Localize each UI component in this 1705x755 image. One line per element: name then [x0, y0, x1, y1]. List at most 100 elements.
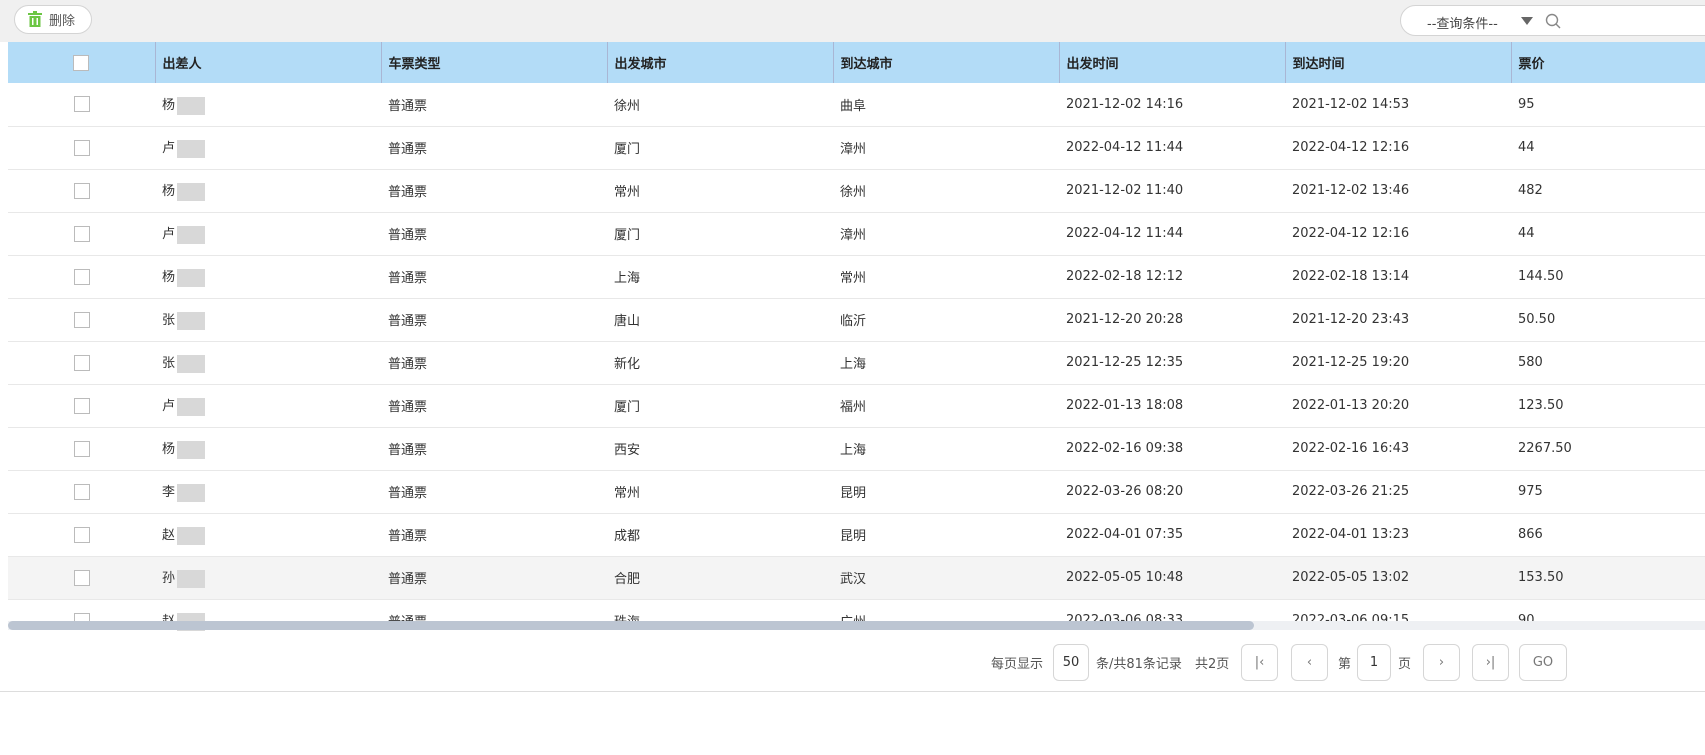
cell-departure-city: 上海 [607, 255, 833, 299]
cell-text: 张 [162, 313, 176, 329]
per-page-input[interactable]: 50 [1053, 644, 1089, 681]
cell-text: 2021-12-20 23:43 [1292, 312, 1410, 327]
row-checkbox[interactable] [73, 182, 90, 199]
table-row[interactable]: 赵 普通票 成都 昆明 2022-04-01 07:35 2022-04-01 13:23… [8, 513, 1705, 557]
trash-icon [28, 11, 42, 27]
table-row[interactable]: 卢 普通票 厦门 福州 2022-01-13 18:08 2022-01-13 20:20… [8, 384, 1705, 428]
horizontal-scrollbar[interactable] [8, 621, 1705, 630]
next-page-button[interactable]: › [1423, 644, 1460, 681]
cell-text: 临沂 [840, 314, 867, 329]
cell-text: 曲阜 [840, 98, 867, 114]
cell-arrival-time: 2022-04-12 12:16 [1285, 126, 1511, 170]
header-traveler[interactable]: 出差人 [154, 42, 381, 83]
row-checkbox[interactable] [73, 483, 90, 500]
table-row[interactable]: 张 普通票 唐山 临沂 2021-12-20 20:28 2021-12-20 23:43… [8, 298, 1705, 342]
row-checkbox[interactable] [73, 440, 90, 457]
dropdown-arrow-icon[interactable] [1521, 17, 1533, 25]
cell-ticket-type: 普通票 [381, 341, 607, 385]
cell-text: 2022-04-01 07:35 [1066, 527, 1184, 542]
query-placeholder: --查询条件-- [1427, 17, 1498, 32]
cell-text: 普通票 [388, 357, 428, 372]
header-departure-time[interactable]: 出发时间 [1058, 42, 1285, 83]
table-row[interactable]: 张 普通票 新化 上海 2021-12-25 12:35 2021-12-25 19:20… [8, 341, 1705, 385]
redacted-name [177, 139, 206, 158]
cell-price: 153.50 [1511, 556, 1705, 600]
header-ticket-type[interactable]: 车票类型 [380, 42, 607, 83]
table-row[interactable]: 孙 普通票 合肥 武汉 2022-05-05 10:48 2022-05-05 13:02… [8, 556, 1705, 600]
cell-arrival-time: 2022-05-05 13:02 [1285, 556, 1511, 600]
redacted-name [177, 225, 206, 244]
row-select-cell [8, 255, 155, 299]
cell-ticket-type: 普通票 [381, 169, 607, 213]
header-departure-city[interactable]: 出发城市 [606, 42, 833, 83]
table-row[interactable]: 杨 普通票 常州 徐州 2021-12-02 11:40 2021-12-02 13:46… [8, 169, 1705, 213]
cell-ticket-type: 普通票 [381, 126, 607, 170]
cell-traveler: 卢 [155, 212, 381, 256]
cell-text: 2022-04-12 11:44 [1066, 226, 1184, 241]
cell-ticket-type: 普通票 [381, 298, 607, 342]
row-checkbox[interactable] [73, 139, 90, 156]
row-checkbox[interactable] [73, 311, 90, 328]
scrollbar-thumb[interactable] [8, 621, 1254, 630]
cell-text: 2022-04-01 13:23 [1292, 527, 1410, 542]
cell-arrival-time: 2021-12-25 19:20 [1285, 341, 1511, 385]
page-input[interactable]: 1 [1357, 644, 1391, 681]
row-checkbox[interactable] [73, 354, 90, 371]
cell-text: 新化 [614, 357, 641, 372]
cell-departure-time: 2022-02-16 09:38 [1059, 427, 1285, 471]
go-button[interactable]: GO [1519, 644, 1567, 681]
cell-text: 昆明 [840, 529, 867, 544]
last-page-button[interactable]: ›| [1472, 644, 1509, 681]
table-row[interactable]: 杨 普通票 徐州 曲阜 2021-12-02 14:16 2021-12-02 14:53… [8, 83, 1705, 127]
query-condition-select[interactable]: --查询条件-- [1400, 5, 1705, 36]
cell-text: 482 [1518, 183, 1543, 198]
row-checkbox[interactable] [73, 268, 90, 285]
cell-text: 975 [1518, 484, 1543, 499]
cell-text: 福州 [840, 400, 867, 415]
prev-page-button[interactable]: ‹ [1291, 644, 1328, 681]
table-row[interactable]: 李 普通票 常州 昆明 2022-03-26 08:20 2022-03-26 21:25… [8, 470, 1705, 514]
row-checkbox[interactable] [73, 526, 90, 543]
cell-arrival-city: 临沂 [833, 298, 1059, 342]
table-row[interactable]: 卢 普通票 厦门 漳州 2022-04-12 11:44 2022-04-12 12:16… [8, 126, 1705, 170]
first-page-button[interactable]: |‹ [1241, 644, 1278, 681]
cell-text: 杨 [162, 98, 176, 113]
table-row[interactable]: 卢 普通票 厦门 漳州 2022-04-12 11:44 2022-04-12 12:16… [8, 212, 1705, 256]
cell-departure-city: 常州 [607, 169, 833, 213]
search-icon[interactable] [1545, 13, 1561, 29]
row-checkbox[interactable] [73, 569, 90, 586]
page-prefix: 第 [1338, 657, 1352, 672]
header-arrival-time[interactable]: 到达时间 [1284, 42, 1511, 83]
cell-text: 成都 [614, 529, 641, 544]
toolbar: 删除 --查询条件-- [0, 0, 1705, 42]
cell-text: 2022-02-18 12:12 [1066, 269, 1184, 284]
chevron-right-icon: › [1438, 655, 1445, 670]
cell-text: 44 [1518, 140, 1535, 155]
cell-text: 卢 [162, 141, 176, 157]
redacted-name [177, 440, 206, 459]
row-checkbox[interactable] [73, 397, 90, 414]
cell-traveler: 孙 [155, 556, 381, 600]
cell-arrival-time: 2021-12-20 23:43 [1285, 298, 1511, 342]
header-arrival-city[interactable]: 到达城市 [832, 42, 1059, 83]
cell-traveler: 赵 [155, 513, 381, 557]
cell-text: 卢 [162, 227, 176, 243]
table-row[interactable]: 杨 普通票 西安 上海 2022-02-16 09:38 2022-02-16 16:43… [8, 427, 1705, 471]
cell-text: 95 [1518, 96, 1535, 112]
redacted-name [177, 354, 206, 373]
header-price[interactable]: 票价 [1510, 42, 1705, 83]
redacted-name [177, 397, 206, 416]
row-select-cell [8, 470, 155, 514]
row-select-cell [8, 513, 155, 557]
table-row[interactable]: 杨 普通票 上海 常州 2022-02-18 12:12 2022-02-18 13:14… [8, 255, 1705, 299]
row-checkbox[interactable] [73, 96, 90, 113]
cell-price: 95 [1511, 83, 1705, 127]
delete-button[interactable]: 删除 [14, 5, 92, 34]
row-checkbox[interactable] [73, 225, 90, 242]
redacted-name [177, 182, 206, 201]
redacted-name [177, 526, 206, 545]
cell-ticket-type: 普通票 [381, 83, 607, 127]
select-all-checkbox[interactable] [73, 54, 90, 71]
cell-text: 普通票 [388, 572, 428, 587]
cell-traveler: 张 [155, 298, 381, 342]
